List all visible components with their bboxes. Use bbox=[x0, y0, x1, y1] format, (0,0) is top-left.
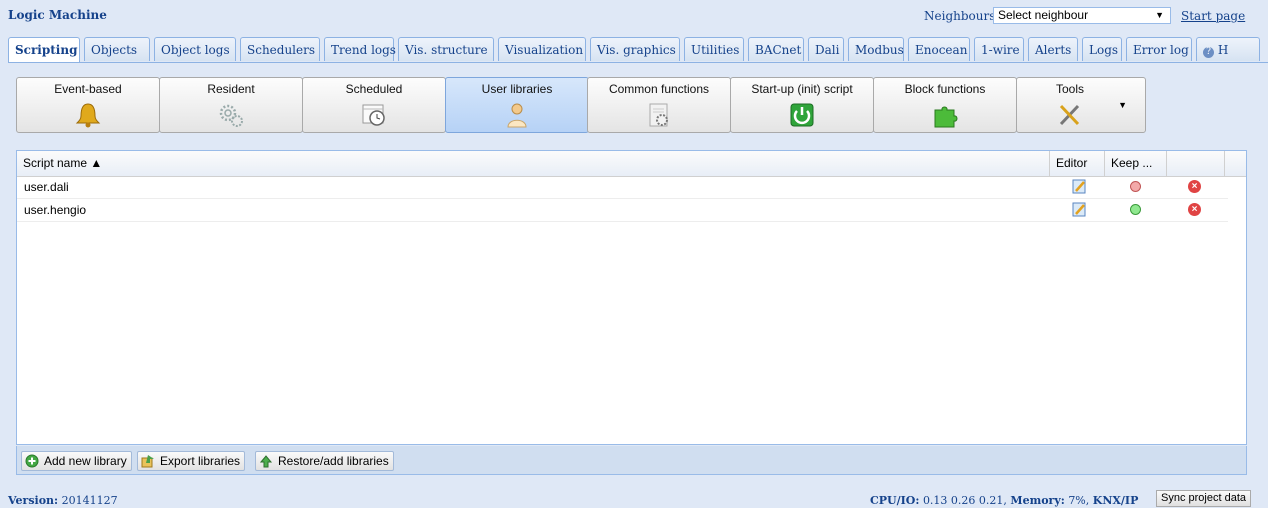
tools-icon bbox=[1059, 104, 1080, 126]
tab-utilities[interactable]: Utilities bbox=[684, 37, 744, 61]
export-libraries-button[interactable]: Export libraries bbox=[137, 451, 246, 471]
tab-dali[interactable]: Dali bbox=[808, 37, 844, 61]
keep-status-icon[interactable] bbox=[1130, 181, 1141, 192]
script-name: user.dali bbox=[24, 180, 69, 194]
tools-button[interactable]: Tools ▼ bbox=[1016, 77, 1146, 133]
restore-libraries-button[interactable]: Restore/add libraries bbox=[255, 451, 394, 471]
delete-icon[interactable]: × bbox=[1188, 203, 1201, 216]
startup-script-button[interactable]: Start-up (init) script bbox=[730, 77, 874, 133]
tab-modbus[interactable]: Modbus bbox=[848, 37, 904, 61]
delete-icon[interactable]: × bbox=[1188, 180, 1201, 193]
tab-object-logs[interactable]: Object logs bbox=[154, 37, 236, 61]
tab-1-wire[interactable]: 1-wire bbox=[974, 37, 1024, 61]
column-script-name[interactable]: Script name ▲ bbox=[17, 151, 1050, 176]
sync-project-data-button[interactable]: Sync project data bbox=[1156, 490, 1251, 507]
tab-vis-structure[interactable]: Vis. structure bbox=[398, 37, 494, 61]
resident-button[interactable]: Resident bbox=[159, 77, 303, 133]
tab-alerts[interactable]: Alerts bbox=[1028, 37, 1078, 61]
version-text: Version: 20141127 bbox=[8, 494, 118, 507]
user-libraries-button[interactable]: User libraries bbox=[445, 77, 589, 133]
power-icon bbox=[790, 103, 814, 127]
tab-help[interactable]: ? H bbox=[1196, 37, 1260, 61]
edit-icon[interactable] bbox=[1072, 179, 1087, 194]
neighbour-select-value: Select neighbour bbox=[998, 8, 1089, 22]
main-tabs: Scripting Objects Object logs Schedulers… bbox=[8, 37, 1268, 63]
help-icon: ? bbox=[1203, 47, 1214, 58]
grid-header: Script name ▲ Editor Keep ... bbox=[17, 151, 1246, 177]
tab-schedulers[interactable]: Schedulers bbox=[240, 37, 320, 61]
restore-icon bbox=[259, 455, 273, 468]
tab-enocean[interactable]: Enocean bbox=[908, 37, 970, 61]
add-icon bbox=[25, 454, 39, 468]
tab-vis-graphics[interactable]: Vis. graphics bbox=[590, 37, 680, 61]
column-keep[interactable]: Keep ... bbox=[1105, 151, 1167, 176]
script-name: user.hengio bbox=[24, 203, 87, 217]
start-page-link[interactable]: Start page bbox=[1181, 9, 1245, 23]
scheduled-button[interactable]: Scheduled bbox=[302, 77, 446, 133]
bell-icon bbox=[75, 103, 101, 128]
system-stats: CPU/IO: 0.13 0.26 0.21, Memory: 7%, KNX/… bbox=[870, 494, 1139, 507]
neighbour-select[interactable]: Select neighbour ▼ bbox=[993, 7, 1171, 24]
chevron-down-icon: ▼ bbox=[1155, 10, 1164, 20]
table-row[interactable]: user.dali × bbox=[17, 176, 1228, 199]
add-new-library-button[interactable]: Add new library bbox=[21, 451, 132, 471]
gears-icon bbox=[219, 104, 243, 127]
document-gear-icon bbox=[649, 103, 668, 127]
table-row[interactable]: user.hengio × bbox=[17, 199, 1228, 222]
tab-objects[interactable]: Objects bbox=[84, 37, 150, 61]
column-editor[interactable]: Editor bbox=[1050, 151, 1105, 176]
chevron-down-icon: ▼ bbox=[1118, 100, 1127, 110]
tab-scripting[interactable]: Scripting bbox=[8, 37, 80, 63]
title-bar: Logic Machine Neighbours: Select neighbo… bbox=[0, 0, 1268, 30]
tab-bacnet[interactable]: BACnet bbox=[748, 37, 804, 61]
event-based-button[interactable]: Event-based bbox=[16, 77, 160, 133]
keep-status-icon[interactable] bbox=[1130, 204, 1141, 215]
neighbours-label: Neighbours: bbox=[924, 9, 1000, 23]
status-bar: Version: 20141127 CPU/IO: 0.13 0.26 0.21… bbox=[0, 488, 1268, 508]
tab-trend-logs[interactable]: Trend logs bbox=[324, 37, 396, 61]
block-functions-button[interactable]: Block functions bbox=[873, 77, 1017, 133]
export-icon bbox=[141, 455, 154, 468]
grid-toolbar: Add new library Export libraries Restore… bbox=[16, 446, 1247, 475]
calendar-clock-icon bbox=[362, 104, 385, 126]
column-delete bbox=[1167, 151, 1225, 176]
puzzle-icon bbox=[934, 106, 958, 128]
edit-icon[interactable] bbox=[1072, 202, 1087, 217]
user-icon bbox=[507, 103, 527, 128]
tab-visualization[interactable]: Visualization bbox=[498, 37, 586, 61]
common-functions-button[interactable]: Common functions bbox=[587, 77, 731, 133]
scripts-grid: Script name ▲ Editor Keep ... user.dali … bbox=[16, 150, 1247, 445]
app-title: Logic Machine bbox=[8, 8, 107, 22]
tab-logs[interactable]: Logs bbox=[1082, 37, 1122, 61]
tab-error-log[interactable]: Error log bbox=[1126, 37, 1192, 61]
